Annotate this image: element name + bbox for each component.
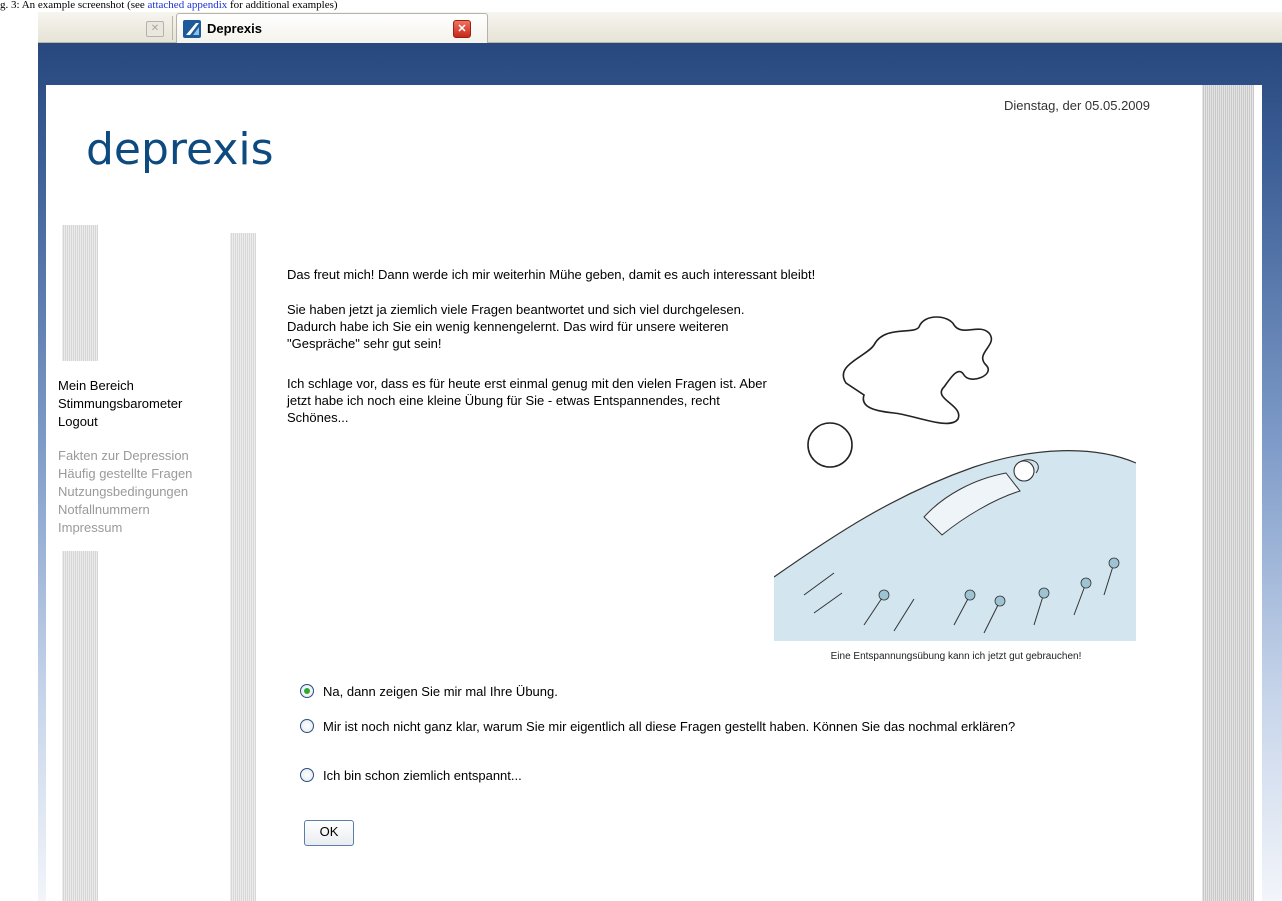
current-date: Dienstag, der 05.05.2009	[1004, 98, 1150, 113]
nav-item-faq[interactable]: Häufig gestellte Fragen	[58, 465, 192, 483]
radio-button-checked[interactable]	[300, 684, 314, 698]
nav-item-stimmungsbarometer[interactable]: Stimmungsbarometer	[58, 395, 182, 413]
paragraph-2: Ich schlage vor, dass es für heute erst …	[287, 376, 767, 425]
relaxation-illustration	[774, 316, 1136, 641]
content-page: deprexis Dienstag, der 05.05.2009 Mein B…	[46, 85, 1262, 901]
deprexis-favicon-icon	[183, 20, 201, 38]
nav-item-logout[interactable]: Logout	[58, 413, 182, 431]
appendix-link[interactable]: attached appendix	[148, 0, 228, 11]
browser-tab-bar: ✕ Deprexis ✕	[38, 12, 1282, 44]
deprexis-logo: deprexis	[86, 124, 274, 175]
tab-separator	[172, 16, 173, 40]
nav-item-mein-bereich[interactable]: Mein Bereich	[58, 377, 182, 395]
radio-button[interactable]	[300, 719, 314, 733]
tab-title: Deprexis	[207, 21, 262, 36]
radio-button[interactable]	[300, 768, 314, 782]
inactive-tab-close-icon[interactable]: ✕	[146, 21, 164, 37]
browser-tab-deprexis[interactable]: Deprexis ✕	[176, 13, 488, 44]
main-navigation: Mein Bereich Stimmungsbarometer Logout	[58, 377, 182, 431]
figure-caption: g. 3: An example screenshot (see attache…	[0, 0, 1282, 12]
nav-item-fakten[interactable]: Fakten zur Depression	[58, 447, 192, 465]
answer-option-3[interactable]: Ich bin schon ziemlich entspannt...	[300, 767, 800, 785]
answer-option-1[interactable]: Na, dann zeigen Sie mir mal Ihre Übung.	[300, 683, 800, 701]
answer-option-2[interactable]: Mir ist noch nicht ganz klar, warum Sie …	[300, 718, 1120, 754]
close-tab-icon[interactable]: ✕	[453, 20, 471, 38]
intro-text: Das freut mich! Dann werde ich mir weite…	[287, 267, 816, 282]
nav-item-notfallnummern[interactable]: Notfallnummern	[58, 501, 192, 519]
nav-item-nutzungsbedingungen[interactable]: Nutzungsbedingungen	[58, 483, 192, 501]
nav-item-impressum[interactable]: Impressum	[58, 519, 192, 537]
option-label: Ich bin schon ziemlich entspannt...	[323, 768, 522, 783]
illustration-caption: Eine Entspannungsübung kann ich jetzt gu…	[830, 651, 1082, 662]
ok-button[interactable]: OK	[304, 820, 354, 846]
option-label: Na, dann zeigen Sie mir mal Ihre Übung.	[323, 684, 558, 699]
middle-decorative-stripe	[230, 233, 256, 901]
right-decorative-stripe	[1202, 85, 1254, 901]
paragraph-1: Sie haben jetzt ja ziemlich viele Fragen…	[287, 302, 745, 351]
secondary-navigation: Fakten zur Depression Häufig gestellte F…	[58, 447, 192, 537]
option-label: Mir ist noch nicht ganz klar, warum Sie …	[323, 719, 1016, 734]
